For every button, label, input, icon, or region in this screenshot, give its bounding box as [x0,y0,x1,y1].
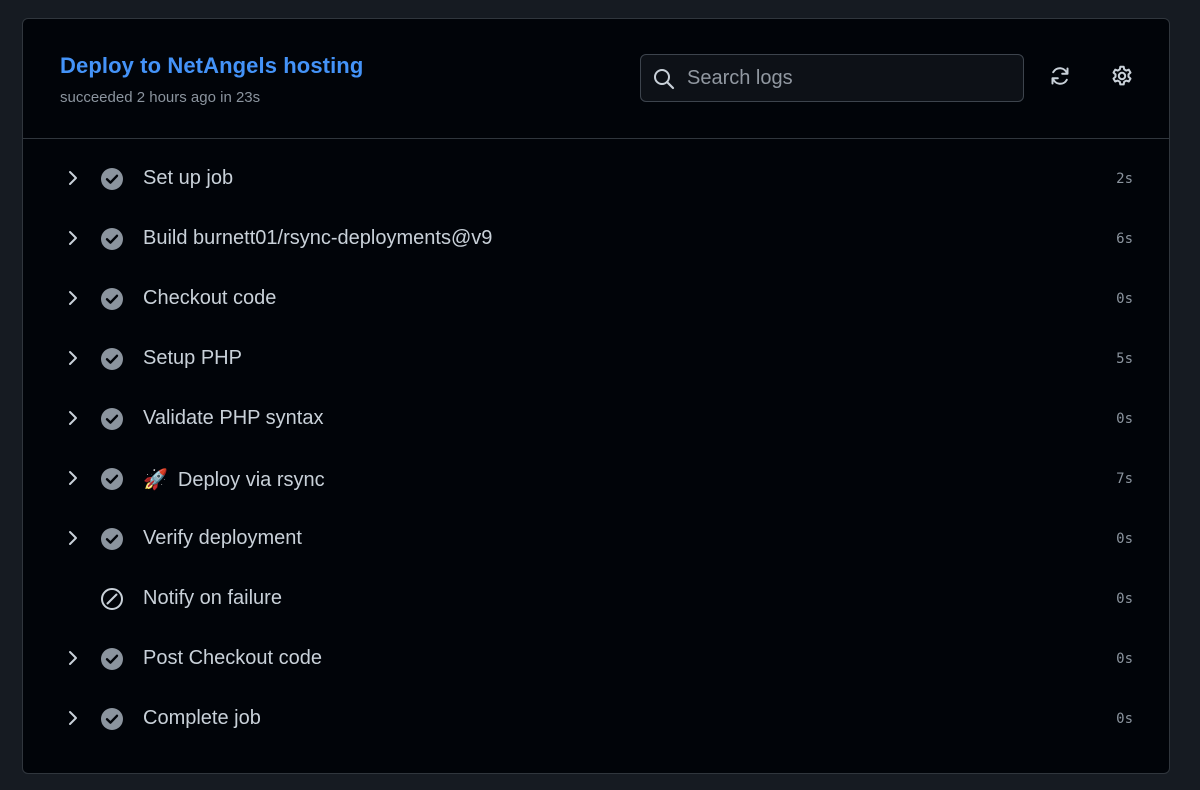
job-header: Deploy to NetAngels hosting succeeded 2 … [23,19,1169,139]
step-label: Notify on failure [143,587,282,610]
chevron-right-icon[interactable] [65,168,81,188]
step-duration: 0s [1116,531,1133,547]
check-circle-icon [100,467,124,491]
step-row[interactable]: Set up job 2s [23,149,1169,209]
check-circle-icon [100,347,124,371]
step-label-text: Complete job [143,707,261,729]
refresh-icon [1048,64,1072,93]
job-title[interactable]: Deploy to NetAngels hosting [60,53,363,79]
step-row[interactable]: 🚀 Deploy via rsync 7s [23,449,1169,509]
step-label-text: Verify deployment [143,527,302,549]
step-row[interactable]: Complete job 0s [23,689,1169,749]
step-label-text: Post Checkout code [143,647,322,669]
chevron-right-icon[interactable] [65,648,81,668]
step-duration: 6s [1116,231,1133,247]
step-label: Complete job [143,707,261,730]
search-icon [653,68,675,90]
check-circle-icon [100,227,124,251]
chevron-right-icon[interactable] [65,228,81,248]
rocket-emoji-icon: 🚀 [143,469,168,491]
step-row[interactable]: Validate PHP syntax 0s [23,389,1169,449]
chevron-right-icon[interactable] [65,408,81,428]
step-label-text: Deploy via rsync [177,469,325,491]
check-circle-icon [100,287,124,311]
step-label-text: Checkout code [143,287,277,309]
step-label: Checkout code [143,287,276,310]
step-duration: 0s [1116,291,1133,307]
step-duration: 0s [1116,711,1133,727]
step-duration: 0s [1116,411,1133,427]
step-label-text: Setup PHP [143,347,242,369]
chevron-right-icon[interactable] [65,468,81,488]
step-row[interactable]: Post Checkout code 0s [23,629,1169,689]
step-label-text: Build burnett01/rsync-deployments@v9 [143,227,493,249]
check-circle-icon [100,527,124,551]
step-row[interactable]: Build burnett01/rsync-deployments@v9 6s [23,209,1169,269]
chevron-right-icon[interactable] [65,348,81,368]
search-logs-box[interactable] [640,54,1024,102]
job-log-panel: Deploy to NetAngels hosting succeeded 2 … [22,18,1170,774]
step-label: Build burnett01/rsync-deployments@v9 [143,227,492,250]
step-label-text: Notify on failure [143,587,282,609]
step-label: Post Checkout code [143,647,322,670]
step-row[interactable]: Setup PHP 5s [23,329,1169,389]
job-status-text: succeeded 2 hours ago in 23s [60,89,261,106]
chevron-right-icon[interactable] [65,528,81,548]
step-label: Validate PHP syntax [143,407,323,430]
refresh-button[interactable] [1046,64,1074,92]
step-duration: 5s [1116,351,1133,367]
steps-list: Set up job 2s Build burnett01/rsync-deploy… [23,149,1169,749]
step-label: 🚀 Deploy via rsync [143,467,325,492]
step-label: Set up job [143,167,233,190]
chevron-right-icon[interactable] [65,708,81,728]
step-label: Setup PHP [143,347,242,370]
search-logs-input[interactable] [687,55,1007,101]
step-duration: 7s [1116,471,1133,487]
gear-icon [1110,64,1134,93]
settings-button[interactable] [1108,64,1136,92]
check-circle-icon [100,167,124,191]
step-row[interactable]: Verify deployment 0s [23,509,1169,569]
step-duration: 2s [1116,171,1133,187]
check-circle-icon [100,647,124,671]
step-duration: 0s [1116,651,1133,667]
step-row[interactable]: Checkout code 0s [23,269,1169,329]
step-row[interactable]: Notify on failure 0s [23,569,1169,629]
skipped-icon [100,587,124,611]
step-duration: 0s [1116,591,1133,607]
chevron-right-icon[interactable] [65,288,81,308]
step-label: Verify deployment [143,527,302,550]
step-label-text: Set up job [143,167,234,189]
check-circle-icon [100,407,124,431]
step-label-text: Validate PHP syntax [143,407,324,429]
check-circle-icon [100,707,124,731]
